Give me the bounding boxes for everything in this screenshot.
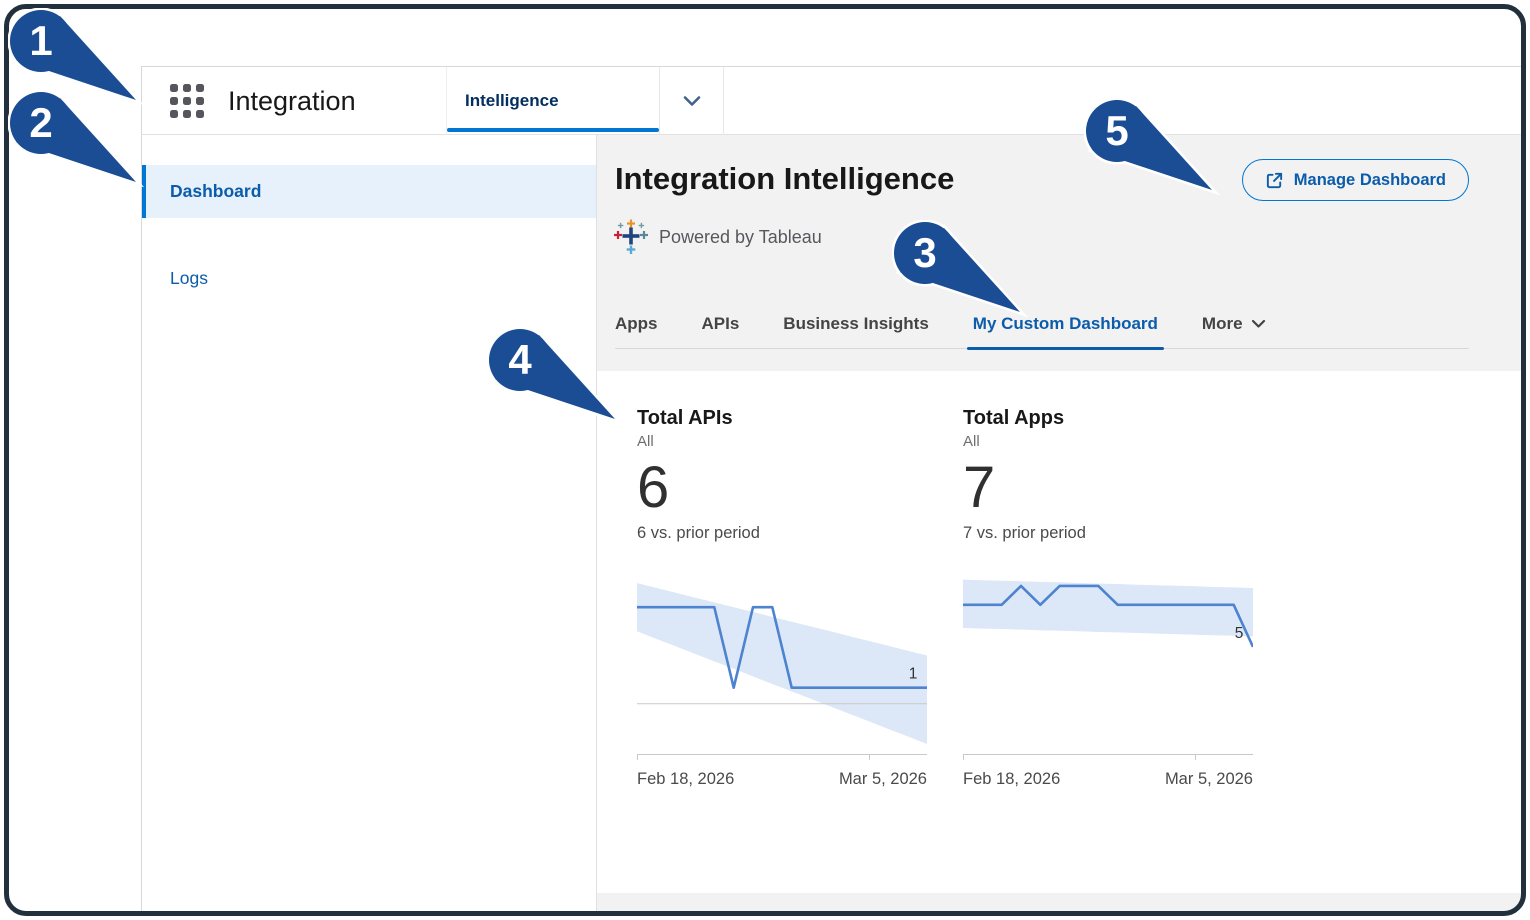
sidebar-item-label: Logs xyxy=(170,268,208,289)
callout-5: 5 xyxy=(1084,98,1220,198)
callout-pointer-icon: 3 xyxy=(892,220,1028,320)
sidebar-item-dashboard[interactable]: Dashboard xyxy=(142,165,596,218)
axis-label-start: Feb 18, 2026 xyxy=(637,770,734,789)
global-nav: Integration Intelligence xyxy=(142,67,1521,135)
manage-dashboard-label: Manage Dashboard xyxy=(1294,171,1446,190)
sidebar: Dashboard Logs xyxy=(142,135,597,911)
x-axis-labels: Feb 18, 2026 Mar 5, 2026 xyxy=(963,770,1253,789)
tableau-logo-icon xyxy=(613,219,649,255)
main-panel: Integration Intelligence Manage Dashboar… xyxy=(597,135,1521,911)
metric-tile-total-apps: Total Apps All 7 7 vs. prior period 5 Fe… xyxy=(963,407,1253,789)
callout-3: 3 xyxy=(892,220,1028,320)
callout-number: 2 xyxy=(29,99,52,146)
app-window: Integration Intelligence Dashboard Logs … xyxy=(141,66,1521,911)
callout-pointer-icon: 2 xyxy=(8,90,144,190)
callout-number: 1 xyxy=(29,17,52,64)
external-link-icon xyxy=(1265,171,1284,190)
callout-2: 2 xyxy=(8,90,144,190)
callout-number: 4 xyxy=(508,336,532,383)
nav-tab-intelligence[interactable]: Intelligence xyxy=(446,67,660,135)
sidebar-item-label: Dashboard xyxy=(170,181,261,202)
axis-label-start: Feb 18, 2026 xyxy=(963,770,1060,789)
manage-dashboard-button[interactable]: Manage Dashboard xyxy=(1242,159,1469,201)
callout-number: 5 xyxy=(1105,107,1128,154)
tile-filter: All xyxy=(637,433,927,450)
sparkline-chart-total-apps: 5 xyxy=(963,567,1253,752)
tab-apis[interactable]: APIs xyxy=(702,314,740,348)
chevron-down-icon xyxy=(1251,319,1266,329)
callout-pointer-icon: 4 xyxy=(487,327,623,427)
metric-tile-total-apis: Total APIs All 6 6 vs. prior period 1 Fe… xyxy=(637,407,927,789)
active-tab-underline xyxy=(447,128,659,132)
dashboard-tabs: Apps APIs Business Insights My Custom Da… xyxy=(615,291,1469,349)
app-name: Integration xyxy=(228,67,356,135)
screenshot-canvas: Integration Intelligence Dashboard Logs … xyxy=(9,9,1521,911)
app-launcher-icon[interactable] xyxy=(170,84,204,118)
more-label: More xyxy=(1202,314,1243,334)
callout-4: 4 xyxy=(487,327,623,427)
tile-comparison: 7 vs. prior period xyxy=(963,524,1253,543)
axis-label-end: Mar 5, 2026 xyxy=(1165,770,1253,789)
callout-number: 3 xyxy=(913,229,936,276)
tile-comparison: 6 vs. prior period xyxy=(637,524,927,543)
tile-title: Total APIs xyxy=(637,407,927,430)
x-axis-labels: Feb 18, 2026 Mar 5, 2026 xyxy=(637,770,927,789)
nav-tab-label: Intelligence xyxy=(465,91,559,111)
sparkline-chart-total-apis: 1 xyxy=(637,567,927,752)
svg-text:5: 5 xyxy=(1235,625,1244,642)
chevron-down-icon xyxy=(683,95,701,107)
dashboard-canvas: Total APIs All 6 6 vs. prior period 1 Fe… xyxy=(597,371,1521,893)
tile-filter: All xyxy=(963,433,1253,450)
powered-by-tableau: Powered by Tableau xyxy=(613,219,822,255)
page-title: Integration Intelligence xyxy=(615,161,954,197)
svg-text:1: 1 xyxy=(909,666,918,683)
powered-by-label: Powered by Tableau xyxy=(659,227,822,248)
tile-title: Total Apps xyxy=(963,407,1253,430)
x-axis xyxy=(637,754,927,761)
tab-more[interactable]: More xyxy=(1202,314,1266,348)
sidebar-item-logs[interactable]: Logs xyxy=(142,256,596,300)
nav-tab-dropdown-button[interactable] xyxy=(660,67,724,135)
tile-metric-value: 6 xyxy=(637,458,927,517)
x-axis xyxy=(963,754,1253,761)
tile-metric-value: 7 xyxy=(963,458,1253,517)
axis-label-end: Mar 5, 2026 xyxy=(839,770,927,789)
callout-pointer-icon: 5 xyxy=(1084,98,1220,198)
